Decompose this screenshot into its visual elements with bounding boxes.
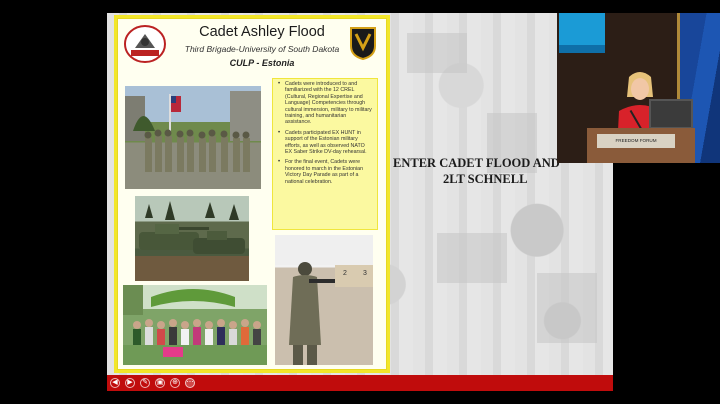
laptop [649, 99, 693, 129]
parade-photo [125, 86, 261, 189]
slides-icon[interactable]: ▣ [155, 378, 165, 388]
next-icon[interactable]: ▶ [125, 378, 135, 388]
bullet-item: For the final event, Cadets were honored… [278, 159, 373, 185]
poster-name: Cadet Ashley Flood [199, 24, 325, 40]
group-photo [123, 285, 267, 365]
university-logo-icon [124, 25, 166, 63]
bullet-item: Cadets participated EX HUNT in support o… [278, 130, 373, 156]
cadet-poster: Cadet Ashley Flood Third Brigade-Univers… [114, 15, 390, 373]
presentation-slide: ENTER CADET FLOOD AND 2LT SCHNELL Cadet … [107, 13, 613, 375]
rotc-shield-icon [350, 27, 376, 60]
projector-screen [559, 13, 605, 53]
poster-header: Cadet Ashley Flood Third Brigade-Univers… [117, 18, 387, 78]
pen-icon[interactable]: ✎ [140, 378, 150, 388]
poster-subtitle: Third Brigade-University of South Dakota [184, 44, 340, 54]
bullet-item: Cadets were introduced to and familiariz… [278, 81, 373, 126]
poster-bullet-list: Cadets were introduced to and familiariz… [272, 78, 378, 230]
slide-heading-line1: ENTER CADET FLOOD AND [393, 156, 560, 170]
range-number-2: 2 [343, 270, 347, 277]
range-number-3: 3 [363, 270, 367, 277]
previous-icon[interactable]: ◀ [110, 378, 120, 388]
poster-location: CULP - Estonia [229, 58, 295, 68]
presentation-control-bar: ◀ ▶ ✎ ▣ ⊕ ⋯ [107, 375, 613, 391]
more-icon[interactable]: ⋯ [185, 378, 195, 388]
zoom-icon[interactable]: ⊕ [170, 378, 180, 388]
slide-heading-line2: 2LT SCHNELL [443, 172, 528, 186]
armored-vehicles-photo [135, 196, 249, 281]
podium-plaque: FREEDOM FORUM [597, 134, 675, 148]
shooting-range-photo: 2 3 [275, 235, 373, 365]
speaker-camera-feed: FREEDOM FORUM [557, 13, 720, 163]
